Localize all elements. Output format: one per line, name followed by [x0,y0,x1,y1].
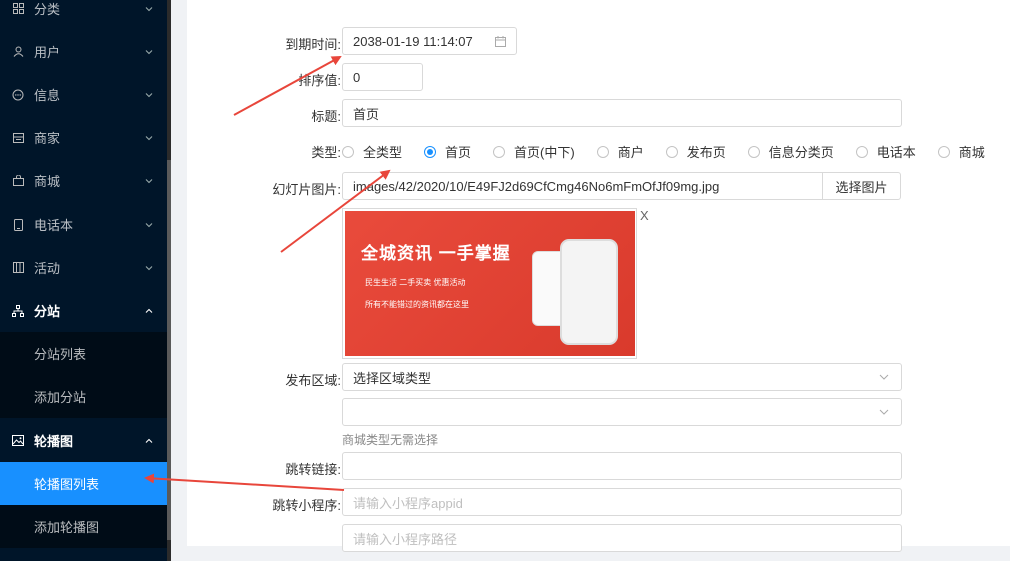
sidebar-item-merchant[interactable]: 商家 [0,116,167,159]
sidebar-item-phonebook[interactable]: 电话本 [0,203,167,246]
miniprogram-path-input[interactable]: 请输入小程序路径 [342,524,902,552]
banner-line: 民生生活 二手买卖 优惠活动 [365,278,466,287]
type-radio-home-middle[interactable]: 首页(中下) [493,142,575,161]
slide-image-label: 幻灯片图片: [272,182,341,197]
sitemap-icon [12,304,24,317]
chevron-up-icon [145,438,153,443]
sidebar-subitem-add-carousel[interactable]: 添加轮播图 [0,505,167,548]
jump-link-label: 跳转链接: [285,462,341,477]
sidebar-subitem-substation-list[interactable]: 分站列表 [0,332,167,375]
chat-icon [12,89,24,101]
region-label: 发布区域: [285,373,341,388]
form-panel: 到期时间: 2038-01-19 11:14:07 排序值: 0 标题: 首页 … [187,0,1010,552]
image-icon [12,435,24,447]
radio-circle [937,145,950,158]
sidebar-item-label: 商家 [34,131,61,146]
chevron-down-icon [879,374,889,380]
chevron-down-icon [145,222,153,227]
radio-circle [665,145,678,158]
type-radio-group: 全类型 首页 首页(中下) 商户 发布页 信息分类页 电话本 商城 [342,142,1007,161]
title-input[interactable]: 首页 [342,99,902,127]
sidebar-item-label: 轮播图 [34,434,74,449]
jump-miniprogram-label: 跳转小程序: [272,498,341,513]
store-icon [12,132,24,144]
choose-image-button[interactable]: 选择图片 [822,172,901,200]
sidebar-item-carousel[interactable]: 轮播图 [0,419,167,462]
expire-time-picker[interactable]: 2038-01-19 11:14:07 [342,27,517,55]
sort-label: 排序值: [298,73,341,88]
grid-icon [12,3,24,15]
calendar-icon [12,262,24,274]
region-hint: 商城类型无需选择 [342,433,439,447]
type-radio-mall[interactable]: 商城 [937,142,985,161]
sidebar-item-user[interactable]: 用户 [0,30,167,73]
type-radio-phonebook[interactable]: 电话本 [855,142,916,161]
sidebar-scrollbar-thumb[interactable] [167,160,171,540]
chevron-up-icon [145,308,153,313]
calendar-icon [495,36,506,47]
miniprogram-appid-input[interactable]: 请输入小程序appid [342,488,902,516]
sidebar-item-label: 分类 [34,2,61,17]
slide-image-path-input[interactable]: images/42/2020/10/E49FJ2d69CfCmg46No6mFm… [342,172,824,200]
type-radio-info-category[interactable]: 信息分类页 [747,142,834,161]
sidebar-item-info[interactable]: 信息 [0,73,167,116]
sidebar: 分类 用户 信息 商家 商城 电话本 活动 分站 分站列表 添加分站 轮播图 轮… [0,0,167,561]
expire-time-label: 到期时间: [285,37,341,52]
chevron-down-icon [145,92,153,97]
radio-circle [747,145,760,158]
type-radio-all[interactable]: 全类型 [342,142,402,161]
sidebar-item-label: 商城 [34,174,61,189]
chevron-down-icon [145,49,153,54]
sidebar-item-mall[interactable]: 商城 [0,159,167,202]
banner-image: 全城资讯 一手掌握 民生生活 二手买卖 优惠活动 所有不能错过的资讯都在这里 [345,211,635,356]
sidebar-subitem-add-substation[interactable]: 添加分站 [0,375,167,418]
chevron-down-icon [145,265,153,270]
chevron-down-icon [145,178,153,183]
remove-image-close-icon[interactable]: X [640,208,649,223]
bag-icon [12,175,24,187]
jump-link-input[interactable] [342,452,902,480]
radio-circle [342,145,354,158]
region-type-select[interactable]: 选择区域类型 [342,363,902,391]
title-label: 标题: [311,109,341,124]
chevron-down-icon [145,135,153,140]
sidebar-item-label: 用户 [34,45,61,60]
type-radio-publish[interactable]: 发布页 [665,142,726,161]
radio-circle [596,145,609,158]
slide-image-preview: 全城资讯 一手掌握 民生生活 二手买卖 优惠活动 所有不能错过的资讯都在这里 [342,208,637,359]
region-select[interactable] [342,398,902,426]
chevron-down-icon [879,409,889,415]
type-label: 类型: [311,145,341,160]
sidebar-item-label: 活动 [34,261,61,276]
phone-icon [12,218,24,231]
sidebar-item-category[interactable]: 分类 [0,0,167,30]
phone-mockup [560,239,618,345]
sidebar-item-label: 电话本 [34,218,74,233]
sort-input[interactable]: 0 [342,63,423,91]
banner-title: 全城资讯 一手掌握 [361,244,511,263]
user-icon [12,46,24,58]
radio-circle [855,145,868,158]
sidebar-item-label: 分站 [34,304,61,319]
sidebar-item-substation[interactable]: 分站 [0,289,167,332]
sidebar-item-activity[interactable]: 活动 [0,246,167,289]
type-radio-merchant[interactable]: 商户 [596,142,644,161]
chevron-down-icon [145,6,153,11]
sidebar-subitem-carousel-list[interactable]: 轮播图列表 [0,462,167,505]
radio-circle [424,145,437,158]
type-radio-home[interactable]: 首页 [424,142,471,161]
radio-circle [493,145,506,158]
banner-line: 所有不能错过的资讯都在这里 [365,300,469,309]
sidebar-item-label: 信息 [34,88,61,103]
